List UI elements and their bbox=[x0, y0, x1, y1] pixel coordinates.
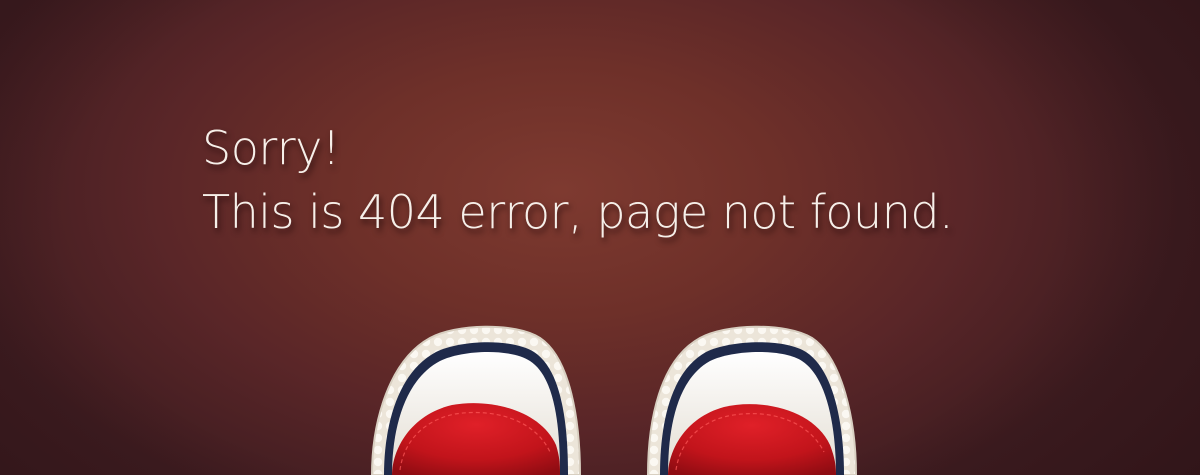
error-page-scene: Sorry! This is 404 error, page not found… bbox=[0, 0, 1200, 475]
right-sneaker bbox=[646, 325, 858, 475]
left-sneaker bbox=[370, 325, 582, 475]
sneakers-illustration bbox=[370, 325, 858, 475]
